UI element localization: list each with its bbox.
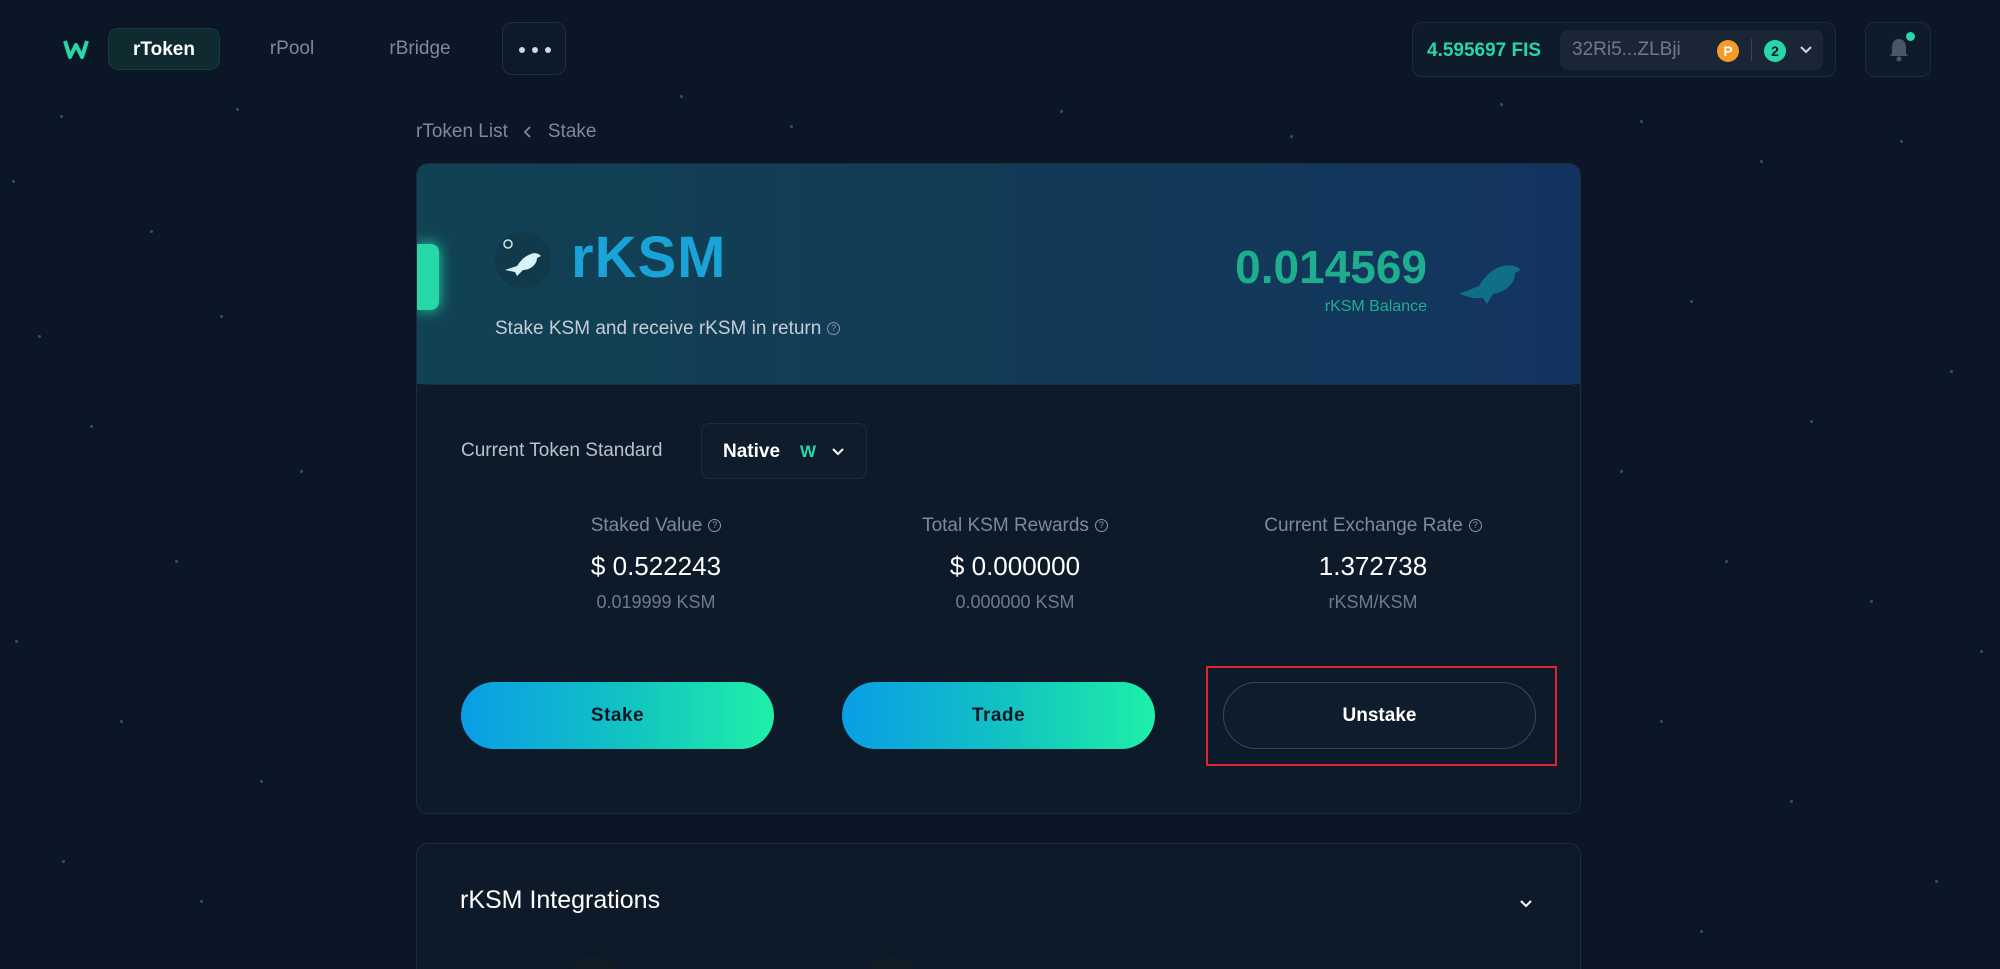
breadcrumb-current: Stake (547, 121, 597, 142)
fis-balance: 4.595697 FIS (1427, 40, 1542, 61)
chevron-down-icon[interactable] (1796, 40, 1816, 60)
help-icon[interactable]: ? (1468, 519, 1482, 533)
breadcrumb-rtoken-list[interactable]: rToken List (416, 121, 508, 143)
stat-exchange-rate: Current Exchange Rate? 1.372738 rKSM/KSM (1223, 515, 1523, 613)
top-nav: rToken rPool rBridge 4.595697 FIS 32Ri5.… (0, 0, 2000, 98)
stake-card: rKSM Stake KSM and receive rKSM in retur… (416, 163, 1581, 814)
tab-rpool[interactable]: rPool (238, 28, 346, 70)
stat-total-rewards: Total KSM Rewards? $ 0.000000 0.000000 K… (865, 515, 1165, 613)
rksm-balance-label: rKSM Balance (1324, 298, 1427, 315)
help-icon[interactable]: ? (1094, 519, 1108, 533)
integrations-title: rKSM Integrations (460, 886, 661, 914)
trade-button[interactable]: Trade (842, 682, 1155, 749)
token-standard-label: Current Token Standard (461, 440, 663, 461)
stafi-logo-icon[interactable] (62, 35, 90, 63)
bell-icon (1890, 39, 1908, 62)
polkadot-icon: P (1717, 40, 1739, 62)
token-details: Current Token Standard Native W Staked V… (417, 384, 1580, 813)
account-selector[interactable]: 32Ri5...ZLBji P 2 (1560, 30, 1823, 70)
chevron-left-icon (523, 126, 531, 138)
chevron-down-icon (832, 448, 844, 456)
integration-logo (569, 956, 619, 969)
ellipsis-icon (519, 47, 525, 53)
integrations-panel[interactable]: rKSM Integrations (416, 843, 1581, 969)
stake-button[interactable]: Stake (461, 682, 774, 749)
token-hero: rKSM Stake KSM and receive rKSM in retur… (417, 164, 1580, 384)
chevron-down-icon[interactable] (1515, 892, 1537, 914)
tab-rtoken[interactable]: rToken (108, 28, 220, 70)
token-name: rKSM (571, 225, 727, 290)
token-standard-value: Native (723, 441, 781, 462)
ksm-bird-decor-icon (1459, 265, 1521, 304)
wallet-panel: 4.595697 FIS 32Ri5...ZLBji P 2 (1412, 22, 1836, 77)
accent-tab (417, 244, 439, 310)
highlight-box (1206, 666, 1557, 766)
integration-logo (867, 956, 917, 969)
token-standard-select[interactable]: Native W (701, 423, 867, 479)
more-menu-button[interactable] (502, 22, 566, 75)
help-icon[interactable]: ? (708, 519, 722, 533)
account-count-badge: 2 (1764, 40, 1786, 62)
divider (1751, 39, 1752, 61)
wallet-address: 32Ri5...ZLBji (1572, 39, 1681, 60)
native-token-icon: W (800, 442, 817, 461)
notifications-button[interactable] (1865, 22, 1931, 77)
help-icon[interactable]: ? (827, 322, 841, 336)
stat-staked-value: Staked Value? $ 0.522243 0.019999 KSM (590, 515, 722, 612)
tab-rbridge[interactable]: rBridge (364, 28, 476, 70)
hero-subtitle: Stake KSM and receive rKSM in return? (495, 318, 841, 340)
rksm-balance: 0.014569 (1235, 241, 1427, 293)
breadcrumb: rToken List Stake (416, 118, 596, 146)
ksm-bird-icon (495, 232, 551, 288)
unread-dot (1906, 32, 1915, 41)
